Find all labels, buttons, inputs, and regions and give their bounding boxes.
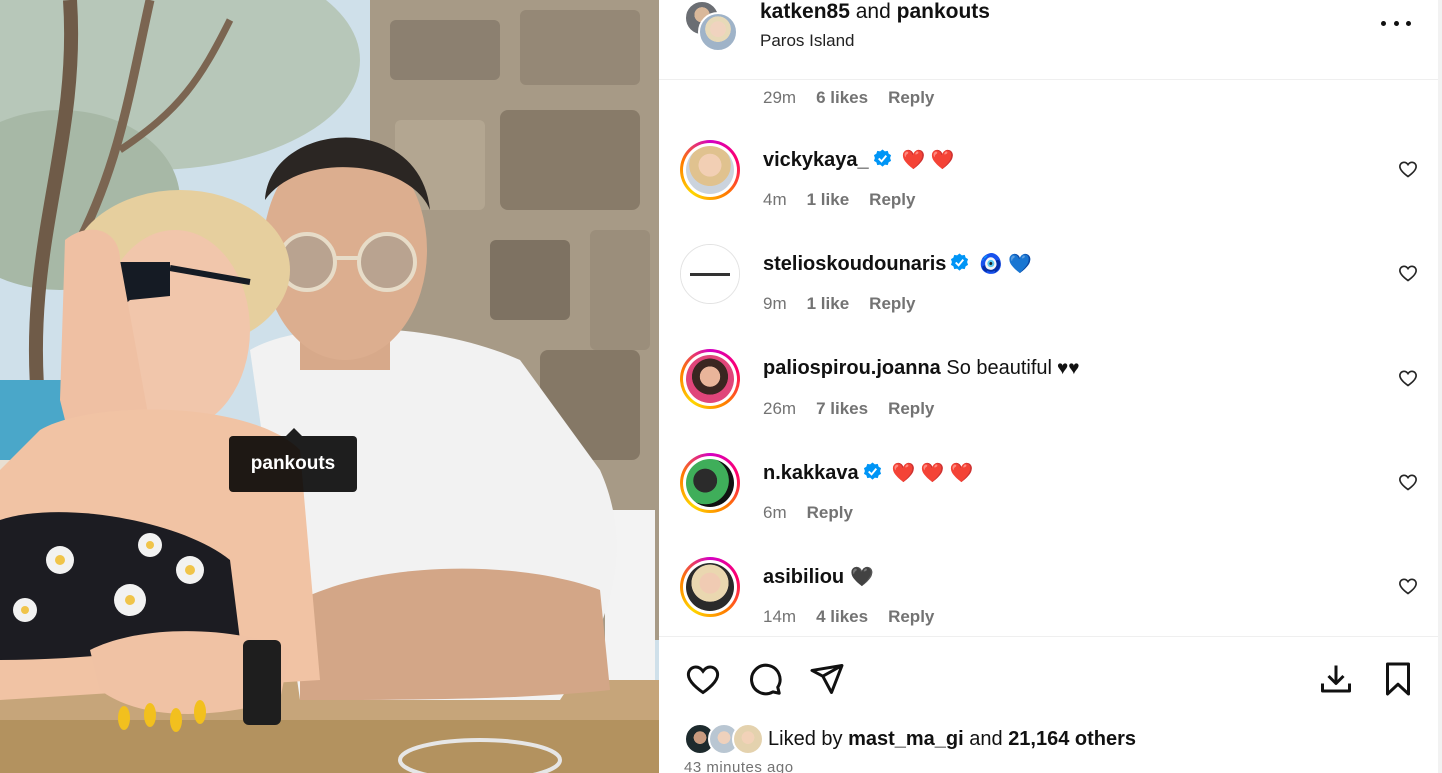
comment-meta: 29m 6 likes Reply (763, 88, 934, 108)
comment-text: vickykaya_ ❤️ ❤️ (763, 148, 954, 172)
avatar[interactable] (680, 244, 740, 304)
user-tag-tooltip[interactable]: pankouts (229, 428, 357, 492)
comment-time: 26m (763, 399, 797, 418)
liked-by-user[interactable]: mast_ma_gi (848, 728, 964, 750)
comment-bubble-icon[interactable] (747, 661, 783, 697)
verified-badge-icon (951, 253, 969, 271)
liked-by-text: Liked by mast_ma_gi and 21,164 others (768, 728, 1136, 751)
comment-text: asibiliou 🖤 (763, 565, 874, 589)
avatar[interactable] (680, 349, 740, 409)
post-actions: Liked by mast_ma_gi and 21,164 others 43… (659, 636, 1438, 773)
comment-likes[interactable]: 7 likes (816, 399, 868, 419)
post-header: katken85 and pankouts Paros Island (659, 0, 1438, 80)
comment-emoji: ❤️ ❤️ ❤️ (891, 463, 974, 484)
comment-time: 6m (763, 503, 787, 522)
liked-avatars[interactable] (684, 723, 766, 755)
heart-outline-icon[interactable] (1398, 472, 1418, 492)
avatar[interactable] (698, 12, 738, 52)
comment-emoji: ❤️ ❤️ (901, 150, 955, 171)
avatar[interactable] (680, 140, 740, 200)
avatar[interactable] (680, 557, 740, 617)
reply-button[interactable]: Reply (807, 503, 853, 523)
comment-meta: 6m Reply (763, 503, 853, 523)
comment-time: 9m (763, 294, 787, 313)
comment-text: stelioskoudounaris 🧿 💙 (763, 252, 1032, 276)
comment-username[interactable]: paliospirou.joanna (763, 357, 941, 379)
comment-likes[interactable]: 1 like (807, 294, 850, 314)
comment-likes[interactable]: 1 like (807, 190, 850, 210)
heart-outline-icon[interactable] (1398, 159, 1418, 179)
heart-outline-icon[interactable] (1398, 368, 1418, 388)
heart-outline-icon[interactable] (1398, 263, 1418, 283)
liked-by-others[interactable]: 21,164 others (1008, 728, 1136, 750)
post-location[interactable]: Paros Island (760, 31, 855, 51)
comment-item: vickykaya_ ❤️ ❤️ 4m 1 like Reply (659, 140, 1438, 240)
post-side-panel: katken85 and pankouts Paros Island 29m 6… (659, 0, 1442, 773)
authors-joiner: and (855, 0, 891, 23)
liked-by: Liked by mast_ma_gi and 21,164 others (684, 721, 1136, 757)
scrollbar-track[interactable] (1438, 0, 1442, 773)
comment-meta: 9m 1 like Reply (763, 294, 915, 314)
heart-outline-icon[interactable] (1398, 576, 1418, 596)
comment-emoji: 🧿 💙 (979, 254, 1032, 275)
comment-username[interactable]: vickykaya_ (763, 149, 869, 171)
comment-text: paliospirou.joanna So beautiful ♥♥ (763, 357, 1080, 380)
verified-badge-icon (873, 149, 891, 167)
comment-time: 4m (763, 190, 787, 209)
avatar[interactable] (680, 453, 740, 513)
more-horizontal-icon[interactable] (1381, 10, 1411, 36)
post-photo[interactable]: pankouts (0, 0, 659, 773)
comment-item: paliospirou.joanna So beautiful ♥♥ 26m 7 … (659, 349, 1438, 449)
liked-by-joiner: and (969, 727, 1003, 750)
comment-emoji: 🖤 (850, 567, 874, 588)
reply-button[interactable]: Reply (869, 294, 915, 314)
verified-badge-icon (863, 462, 881, 480)
comment-item: stelioskoudounaris 🧿 💙 9m 1 like Reply (659, 244, 1438, 344)
comment-likes[interactable]: 6 likes (816, 88, 868, 108)
comment-meta: 14m 4 likes Reply (763, 607, 934, 627)
heart-outline-icon[interactable] (685, 661, 721, 697)
comment-item: n.kakkava ❤️ ❤️ ❤️ 6m Reply (659, 453, 1438, 553)
comment-meta: 26m 7 likes Reply (763, 399, 934, 419)
comment-text: n.kakkava ❤️ ❤️ ❤️ (763, 461, 973, 485)
liked-by-prefix: Liked by (768, 727, 843, 750)
reply-button[interactable]: Reply (888, 399, 934, 419)
comment-likes[interactable]: 4 likes (816, 607, 868, 627)
reply-button[interactable]: Reply (869, 190, 915, 210)
comment-username[interactable]: stelioskoudounaris (763, 253, 946, 275)
comment-meta: 4m 1 like Reply (763, 190, 915, 210)
comment-time: 29m (763, 88, 797, 107)
comment-username[interactable]: n.kakkava (763, 462, 859, 484)
avatar[interactable] (732, 723, 764, 755)
comment-username[interactable]: asibiliou (763, 566, 844, 588)
paper-plane-icon[interactable] (809, 661, 845, 697)
author-link[interactable]: pankouts (897, 0, 990, 23)
post-timestamp[interactable]: 43 minutes ago (684, 759, 794, 773)
author-link[interactable]: katken85 (760, 0, 850, 23)
reply-button[interactable]: Reply (888, 607, 934, 627)
comment-time: 14m (763, 607, 797, 626)
reply-button[interactable]: Reply (888, 88, 934, 108)
post-photo-image (0, 0, 659, 773)
download-icon[interactable] (1318, 661, 1354, 697)
collab-avatars[interactable] (684, 0, 740, 56)
comment-body: So beautiful (946, 357, 1052, 379)
bookmark-icon[interactable] (1380, 661, 1416, 697)
post-authors: katken85 and pankouts (760, 0, 990, 24)
comment-emoji: ♥♥ (1057, 358, 1080, 379)
